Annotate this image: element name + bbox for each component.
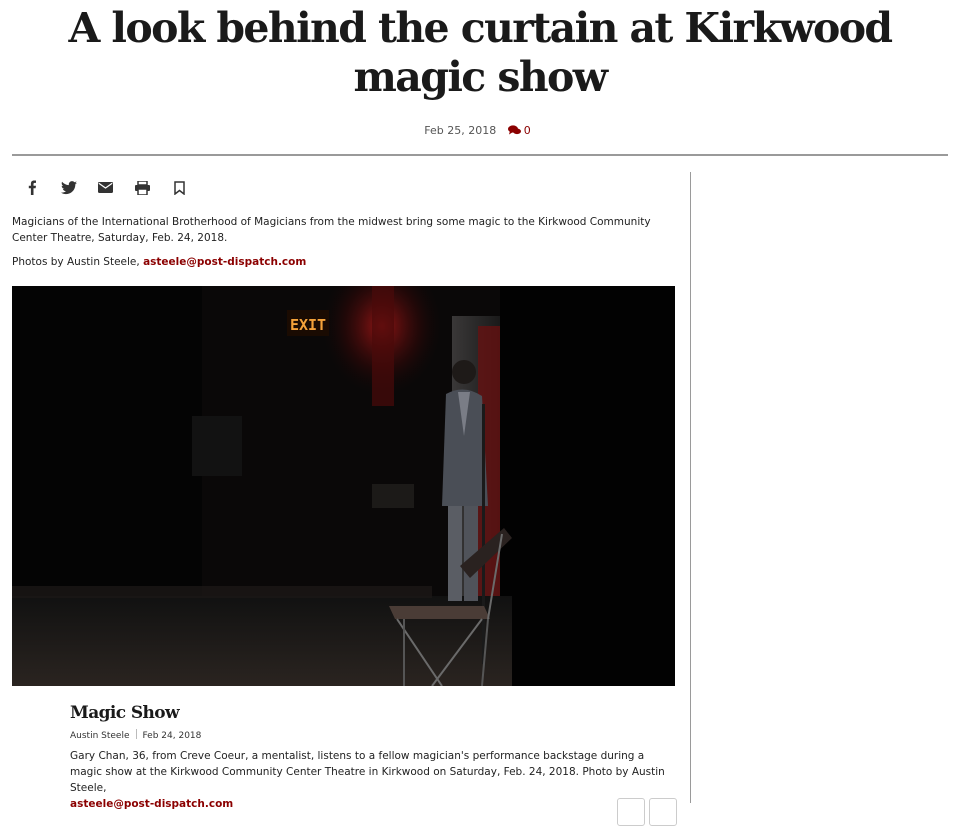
credit-email-link[interactable]: asteele@post-dispatch.com [143,256,306,268]
article-date: Feb 25, 2018 [424,124,497,137]
comment-icon [507,125,521,135]
twitter-icon[interactable] [59,178,78,197]
photo-credit: Photos by Austin Steele, asteele@post-di… [12,254,672,270]
caption-body: Gary Chan, 36, from Creve Coeur, a menta… [70,750,665,794]
column-divider [690,172,691,803]
comment-count: 0 [523,124,531,137]
caption-email-link[interactable]: asteele@post-dispatch.com [70,798,233,810]
gallery-nav [617,798,677,826]
article-intro: Magicians of the International Brotherho… [12,216,651,244]
article-meta: Feb 25, 2018 0 [0,124,955,137]
photo-image: EXIT [12,286,675,686]
facebook-icon[interactable] [22,178,41,197]
svg-text:EXIT: EXIT [290,316,326,334]
print-icon[interactable] [133,178,152,197]
bookmark-icon[interactable] [170,178,189,197]
header-divider [12,154,948,156]
email-icon[interactable] [96,178,115,197]
share-toolbar [22,178,189,197]
gallery-photo[interactable]: EXIT [12,286,675,686]
comments-link[interactable]: 0 [507,124,531,137]
caption-text: Gary Chan, 36, from Creve Coeur, a menta… [70,748,670,812]
article-headline: A look behind the curtain at Kirkwood ma… [68,4,893,101]
gallery-next-button[interactable] [649,798,677,826]
caption-meta: Austin Steele Feb 24, 2018 [70,729,201,741]
credit-prefix: Photos by Austin Steele, [12,256,144,268]
caption-title: Magic Show [70,703,180,723]
caption-date: Feb 24, 2018 [142,731,202,741]
caption-author[interactable]: Austin Steele [70,731,130,741]
gallery-prev-button[interactable] [617,798,645,826]
meta-separator [135,729,137,739]
